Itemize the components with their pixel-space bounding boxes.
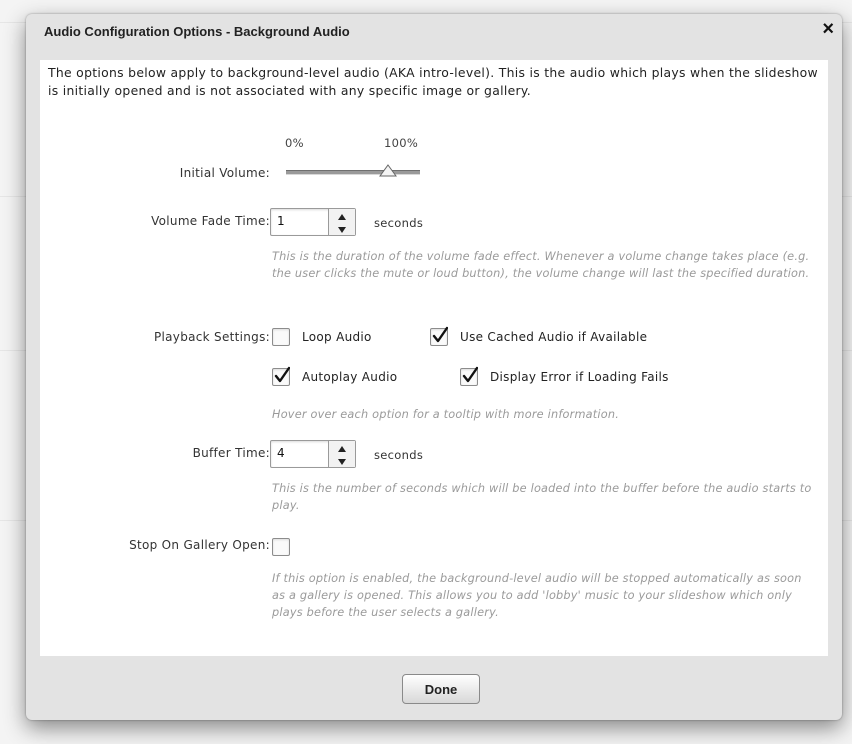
display-error-checkbox[interactable]: [460, 366, 478, 386]
slider-thumb-icon[interactable]: [378, 163, 397, 177]
playback-help: Hover over each option for a tooltip wit…: [272, 408, 620, 421]
checkmark-icon: [274, 366, 290, 383]
volume-fade-help: This is the duration of the volume fade …: [272, 250, 810, 280]
buffer-time-help: This is the number of seconds which will…: [272, 482, 812, 512]
loop-audio-option[interactable]: Loop Audio: [272, 328, 372, 346]
arrow-up-icon[interactable]: [329, 441, 355, 454]
stepper-arrows: [328, 209, 355, 235]
volume-min-label: 0%: [285, 136, 304, 150]
arrow-up-icon[interactable]: [329, 209, 355, 222]
buffer-time-unit: seconds: [374, 448, 424, 462]
display-error-option[interactable]: Display Error if Loading Fails: [460, 366, 669, 386]
stepper-arrows: [328, 441, 355, 467]
playback-settings-label: Playback Settings:: [153, 330, 270, 344]
initial-volume-label: Initial Volume:: [179, 166, 270, 180]
buffer-time-input[interactable]: [271, 441, 329, 465]
volume-max-label: 100%: [384, 136, 419, 150]
buffer-time-label: Buffer Time:: [192, 446, 270, 460]
use-cached-audio-label: Use Cached Audio if Available: [460, 330, 648, 344]
stop-on-gallery-label: Stop On Gallery Open:: [129, 538, 270, 552]
volume-fade-stepper[interactable]: [270, 208, 356, 236]
stop-on-gallery-option[interactable]: [272, 538, 302, 556]
autoplay-audio-option[interactable]: Autoplay Audio: [272, 366, 398, 386]
initial-volume-slider[interactable]: [286, 164, 420, 177]
volume-fade-unit: seconds: [374, 216, 424, 230]
stop-on-gallery-checkbox[interactable]: [272, 538, 290, 556]
arrow-down-icon[interactable]: [329, 222, 355, 235]
checkmark-icon: [432, 326, 448, 343]
autoplay-audio-label: Autoplay Audio: [302, 370, 398, 384]
close-icon[interactable]: ×: [822, 18, 834, 41]
dialog-title: Audio Configuration Options - Background…: [44, 24, 350, 39]
audio-config-dialog: Audio Configuration Options - Background…: [26, 14, 842, 720]
stop-on-gallery-help: If this option is enabled, the backgroun…: [272, 572, 802, 619]
intro-text: The options below apply to background-le…: [48, 65, 818, 98]
loop-audio-checkbox[interactable]: [272, 328, 290, 346]
display-error-label: Display Error if Loading Fails: [490, 370, 669, 384]
loop-audio-label: Loop Audio: [302, 330, 372, 344]
done-button[interactable]: Done: [402, 674, 480, 704]
volume-fade-label: Volume Fade Time:: [151, 214, 270, 228]
use-cached-audio-checkbox[interactable]: [430, 326, 448, 346]
buffer-time-stepper[interactable]: [270, 440, 356, 468]
dialog-content: The options below apply to background-le…: [40, 60, 828, 656]
autoplay-audio-checkbox[interactable]: [272, 366, 290, 386]
use-cached-audio-option[interactable]: Use Cached Audio if Available: [430, 326, 648, 346]
arrow-down-icon[interactable]: [329, 454, 355, 467]
volume-fade-input[interactable]: [271, 209, 329, 233]
checkmark-icon: [462, 366, 478, 383]
